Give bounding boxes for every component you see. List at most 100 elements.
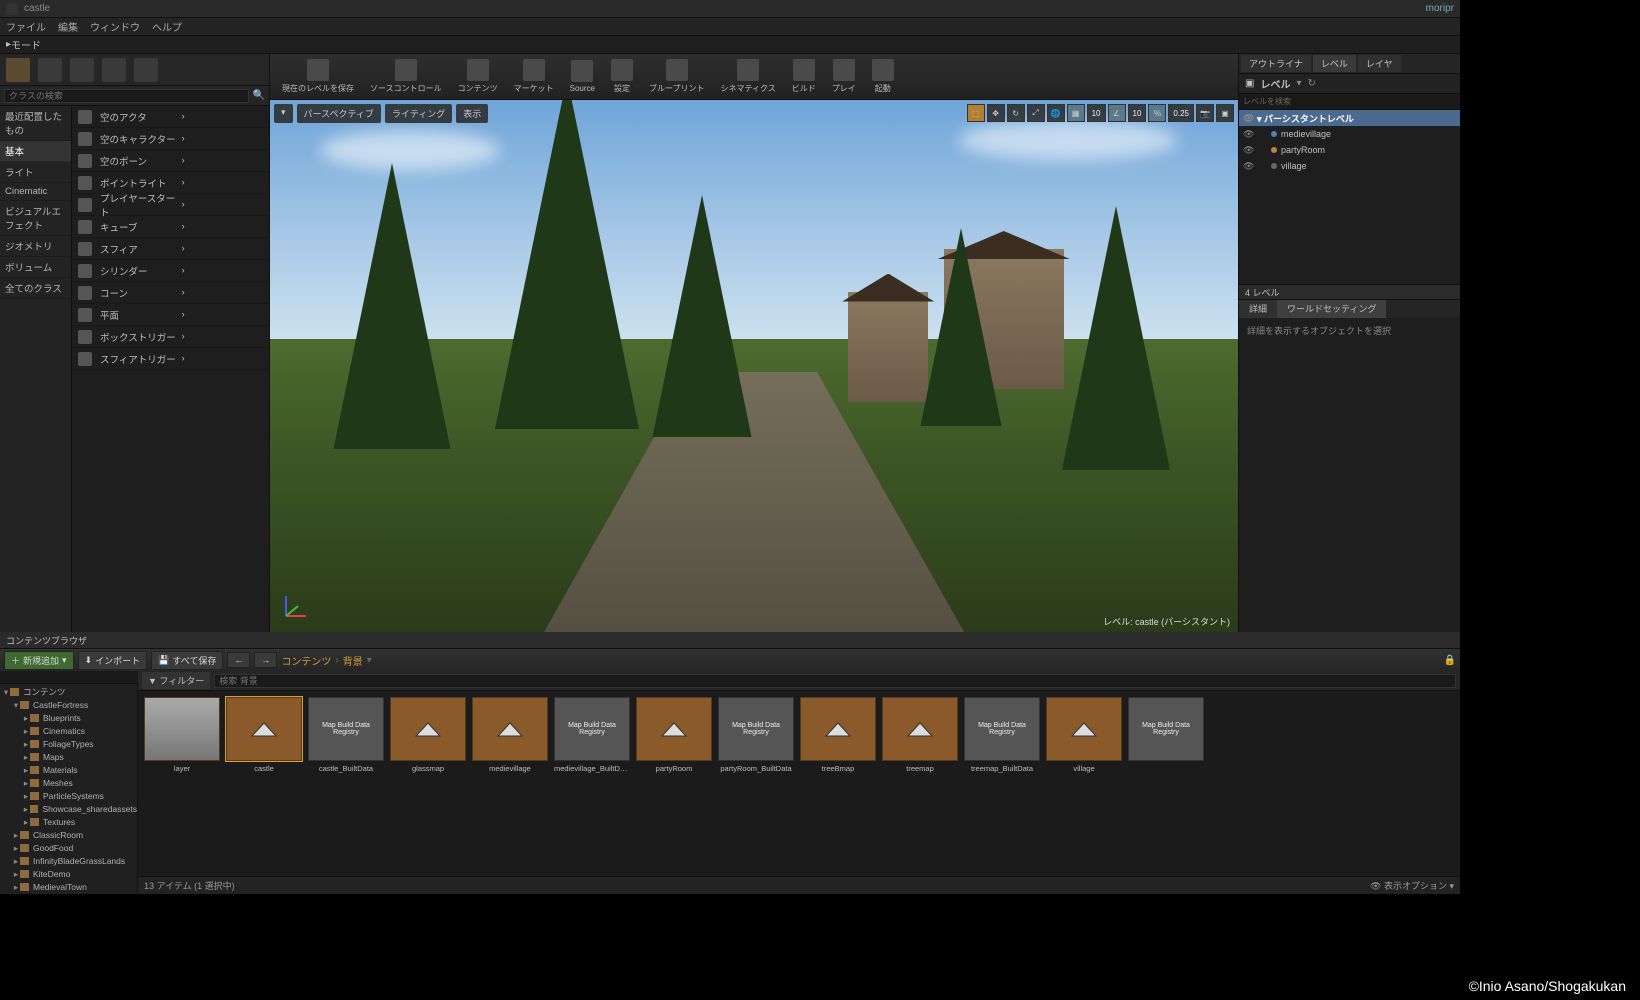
category-item[interactable]: 最近配置したもの — [0, 106, 71, 141]
tree-folder-row[interactable]: ▸KiteDemo — [0, 868, 137, 881]
tab-outliner[interactable]: アウトライナ — [1241, 55, 1311, 72]
asset-item[interactable]: treeBmap — [800, 697, 876, 773]
transform-rotate-icon[interactable]: ↻ — [1007, 104, 1025, 122]
category-item[interactable]: ビジュアルエフェクト — [0, 201, 71, 236]
eye-icon[interactable]: 👁 — [1243, 161, 1253, 172]
toolbar-button[interactable]: 現在のレベルを保存 — [276, 57, 360, 96]
asset-item[interactable]: castle — [226, 697, 302, 773]
tab-details[interactable]: 詳細 — [1239, 300, 1277, 318]
asset-item[interactable]: Map Build Data RegistrypartyRoom_BuiltDa… — [718, 697, 794, 773]
lock-icon[interactable]: 🔒 — [1444, 655, 1456, 666]
camera-speed-icon[interactable]: 📷 — [1196, 104, 1214, 122]
actor-item[interactable]: スフィアトリガー› — [72, 348, 269, 370]
levels-search-input[interactable]: レベルを検索 — [1239, 94, 1460, 110]
asset-item[interactable]: medievillage — [472, 697, 548, 773]
nav-fwd-button[interactable]: → — [254, 652, 277, 668]
toolbar-button[interactable]: 起動 — [866, 57, 900, 96]
viewport-lit-button[interactable]: ライティング — [385, 104, 452, 123]
eye-icon[interactable]: 👁 — [1243, 145, 1253, 156]
persistent-level-row[interactable]: 👁▾ パーシスタントレベル — [1239, 110, 1460, 126]
actor-item[interactable]: 空のキャラクター› — [72, 128, 269, 150]
filter-button[interactable]: ▼ フィルター — [142, 672, 210, 689]
import-button[interactable]: ⬇ インポート — [78, 651, 148, 670]
toolbar-button[interactable]: マーケット — [508, 57, 560, 96]
refresh-icon[interactable]: ↻ — [1307, 78, 1315, 89]
viewport-show-button[interactable]: 表示 — [456, 104, 488, 123]
mode-mesh-icon[interactable] — [134, 58, 158, 82]
category-item[interactable]: 全てのクラス — [0, 278, 71, 299]
snap-angle-icon[interactable]: ∠ — [1108, 104, 1126, 122]
tab-layers[interactable]: レイヤ — [1358, 55, 1401, 72]
add-new-button[interactable]: ＋ 新規追加 ▾ — [4, 651, 74, 670]
actor-item[interactable]: プレイヤースタート› — [72, 194, 269, 216]
toolbar-button[interactable]: ビルド — [786, 57, 822, 96]
toolbar-button[interactable]: シネマティクス — [715, 57, 782, 96]
actor-item[interactable]: スフィア› — [72, 238, 269, 260]
tab-world-settings[interactable]: ワールドセッティング — [1277, 300, 1386, 318]
actor-item[interactable]: 空のアクタ› — [72, 106, 269, 128]
asset-search-input[interactable] — [214, 674, 1456, 688]
category-item[interactable]: ボリューム — [0, 257, 71, 278]
snap-scale-icon[interactable]: % — [1148, 104, 1166, 122]
actor-item[interactable]: ボックストリガー› — [72, 326, 269, 348]
toolbar-button[interactable]: 設定 — [605, 57, 639, 96]
viewport[interactable]: ▾ パースペクティブ ライティング 表示 ⬚ ✥ ↻ ⤢ 🌐 ▦ 10 ∠ 10… — [270, 100, 1238, 632]
actor-item[interactable]: 空のポーン› — [72, 150, 269, 172]
toolbar-button[interactable]: ブループリント — [643, 57, 711, 96]
viewport-maximize-icon[interactable]: ▣ — [1216, 104, 1234, 122]
sublevel-row[interactable]: 👁partyRoom — [1239, 142, 1460, 158]
tree-folder-row[interactable]: ▸MedievalTown — [0, 881, 137, 894]
breadcrumb-root[interactable]: コンテンツ — [281, 653, 331, 668]
snap-scale-value[interactable]: 0.25 — [1168, 104, 1194, 122]
sublevel-row[interactable]: 👁village — [1239, 158, 1460, 174]
tab-levels[interactable]: レベル — [1313, 55, 1356, 72]
toolbar-button[interactable]: プレイ — [826, 57, 862, 96]
actor-item[interactable]: 平面› — [72, 304, 269, 326]
asset-item[interactable]: glassmap — [390, 697, 466, 773]
category-item[interactable]: ジオメトリ — [0, 236, 71, 257]
tree-folder-row[interactable]: ▸InfinityBladeGrassLands — [0, 855, 137, 868]
coord-space-icon[interactable]: 🌐 — [1047, 104, 1065, 122]
tree-folder-row[interactable]: ▸GoodFood — [0, 842, 137, 855]
toolbar-button[interactable]: コンテンツ — [452, 57, 504, 96]
category-item[interactable]: Cinematic — [0, 183, 71, 201]
toolbar-button[interactable]: Source — [564, 58, 601, 95]
nav-back-button[interactable]: ← — [227, 652, 250, 668]
tree-folder-row[interactable]: ▸Meshes — [0, 777, 137, 790]
mode-paint-icon[interactable] — [38, 58, 62, 82]
tree-folder-row[interactable]: ▸Showcase_sharedassets — [0, 803, 137, 816]
chevron-down-icon[interactable]: ▾ — [1296, 78, 1301, 89]
viewport-perspective-button[interactable]: パースペクティブ — [297, 104, 381, 123]
menu-window[interactable]: ウィンドウ — [90, 19, 140, 34]
asset-item[interactable]: partyRoom — [636, 697, 712, 773]
asset-item[interactable]: layer — [144, 697, 220, 773]
tree-folder-row[interactable]: ▸Textures — [0, 816, 137, 829]
sublevel-row[interactable]: 👁medievillage — [1239, 126, 1460, 142]
menu-help[interactable]: ヘルプ — [152, 19, 182, 34]
mode-landscape-icon[interactable] — [70, 58, 94, 82]
content-browser-tab[interactable]: コンテンツブラウザ — [0, 632, 1460, 648]
transform-move-icon[interactable]: ✥ — [987, 104, 1005, 122]
viewport-menu-button[interactable]: ▾ — [274, 104, 293, 123]
tree-folder-row[interactable]: ▸ParticleSystems — [0, 790, 137, 803]
eye-icon[interactable]: 👁 — [1243, 113, 1253, 124]
menu-file[interactable]: ファイル — [6, 19, 46, 34]
toolbar-button[interactable]: ソースコントロール — [364, 57, 448, 96]
snap-grid-icon[interactable]: ▦ — [1067, 104, 1085, 122]
tree-folder-row[interactable]: ▾CastleFortress — [0, 699, 137, 712]
asset-item[interactable]: Map Build Data Registrymedievillage_Buil… — [554, 697, 630, 773]
mode-foliage-icon[interactable] — [102, 58, 126, 82]
category-item[interactable]: ライト — [0, 162, 71, 183]
actor-item[interactable]: シリンダー› — [72, 260, 269, 282]
place-search-input[interactable] — [4, 89, 249, 103]
view-options-button[interactable]: 👁 表示オプション ▾ — [1370, 879, 1454, 892]
tree-folder-row[interactable]: ▸Maps — [0, 751, 137, 764]
asset-item[interactable]: Map Build Data Registrycastle_BuiltData — [308, 697, 384, 773]
folder-search-input[interactable] — [0, 671, 138, 684]
asset-item[interactable]: treemap — [882, 697, 958, 773]
tree-folder-row[interactable]: ▸Materials — [0, 764, 137, 777]
snap-angle-value[interactable]: 10 — [1128, 104, 1147, 122]
mode-place-icon[interactable] — [6, 58, 30, 82]
tree-folder-row[interactable]: ▸FoliageTypes — [0, 738, 137, 751]
asset-item[interactable]: Map Build Data Registrytreemap_BuiltData — [964, 697, 1040, 773]
